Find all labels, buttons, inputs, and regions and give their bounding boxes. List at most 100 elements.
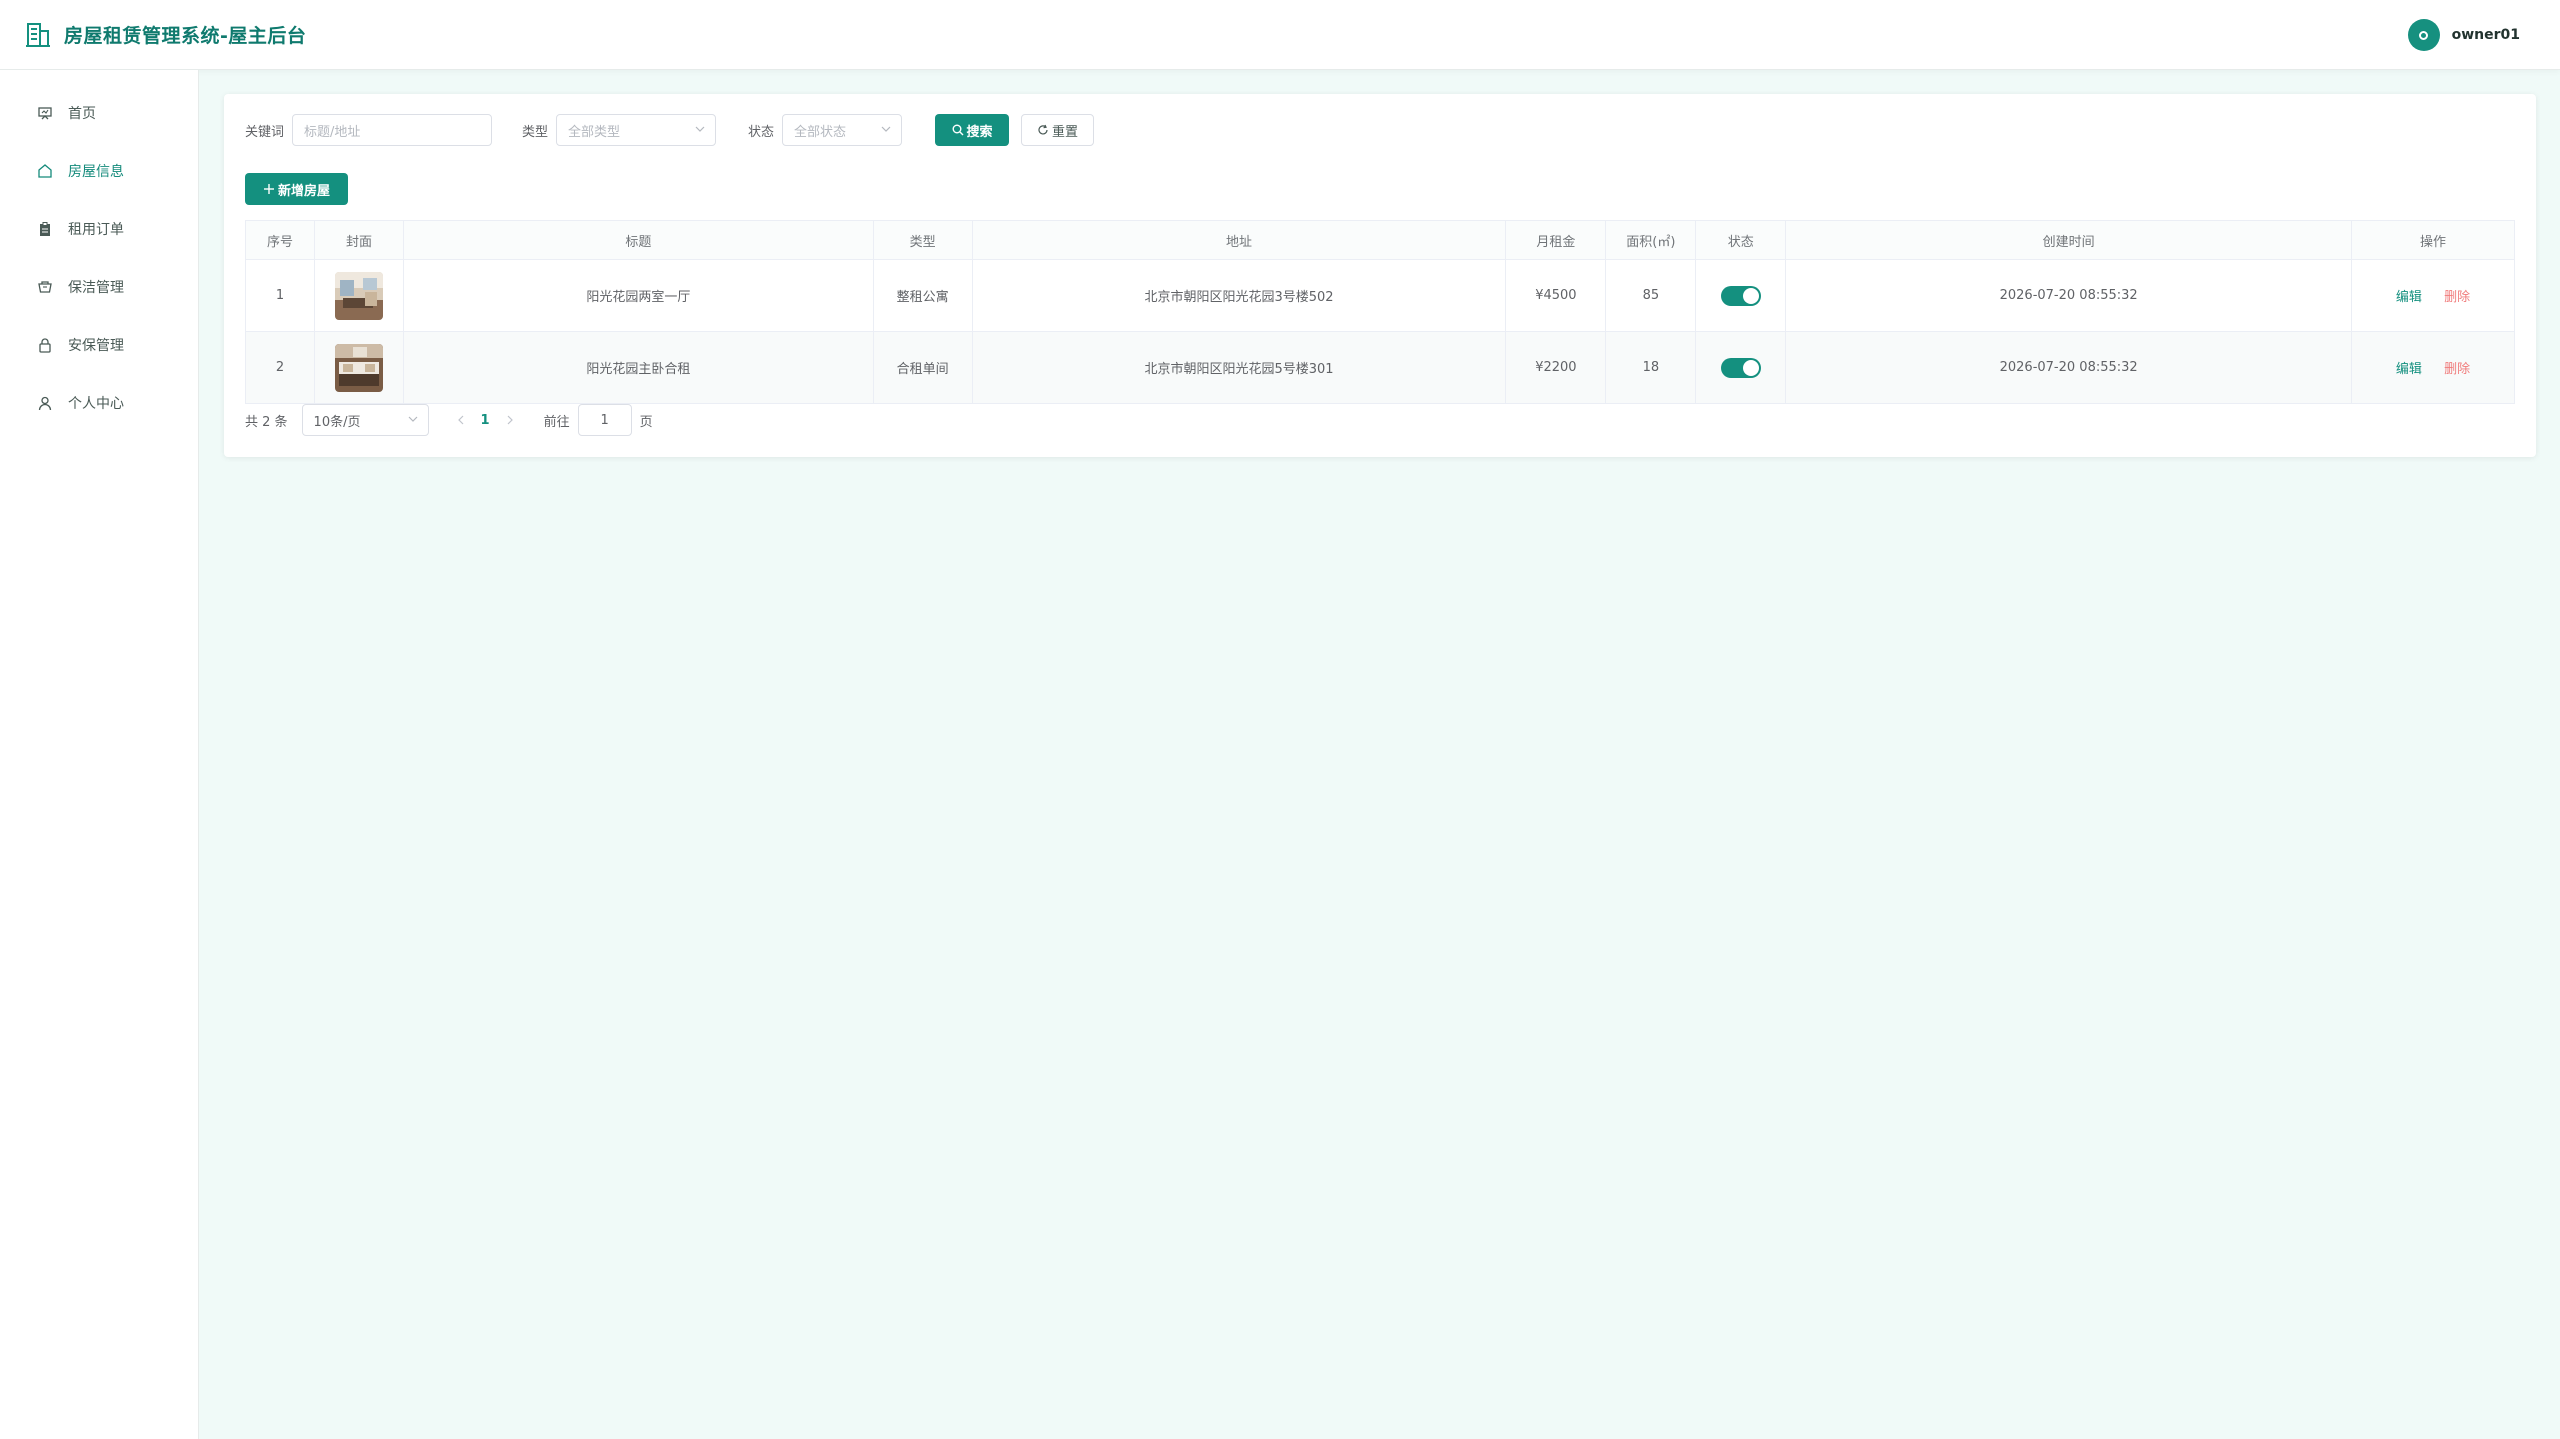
type-select-value: 全部类型 bbox=[568, 124, 621, 140]
search-button-label: 搜索 bbox=[966, 124, 993, 140]
add-house-button[interactable]: 新增房屋 bbox=[245, 173, 348, 205]
user-name[interactable]: owner01 bbox=[2452, 27, 2520, 43]
row-rent: ¥4500 bbox=[1505, 259, 1607, 332]
user-menu[interactable]: owner01 bbox=[2407, 19, 2520, 51]
brand: 房屋租赁管理系统-屋主后台 bbox=[26, 21, 306, 48]
row-cover bbox=[314, 331, 404, 404]
goto-page-value: 1 bbox=[600, 412, 609, 428]
sidebar-item-cleaning[interactable]: 保洁管理 bbox=[0, 258, 198, 316]
col-actions: 操作 bbox=[2351, 220, 2515, 260]
basket-icon bbox=[36, 278, 54, 296]
building-icon bbox=[26, 22, 50, 47]
clipboard-icon bbox=[36, 220, 54, 238]
sidebar-item-orders[interactable]: 租用订单 bbox=[0, 200, 198, 258]
row-area: 85 bbox=[1605, 259, 1697, 332]
sidebar-item-profile[interactable]: 个人中心 bbox=[0, 374, 198, 432]
table-header-row: 序号 封面 标题 类型 地址 月租金 面积(㎡) 状态 创建时间 操作 bbox=[245, 220, 2515, 260]
row-type: 合租单间 bbox=[873, 331, 973, 404]
prev-page-icon[interactable] bbox=[455, 414, 467, 426]
col-title: 标题 bbox=[403, 220, 874, 260]
reset-button[interactable]: 重置 bbox=[1021, 114, 1095, 146]
row-status bbox=[1695, 331, 1787, 404]
avatar-dot-icon bbox=[2419, 30, 2429, 40]
reset-button-label: 重置 bbox=[1052, 124, 1079, 140]
status-select-value: 全部状态 bbox=[794, 124, 847, 140]
row-index: 2 bbox=[245, 331, 315, 404]
sidebar-item-label: 个人中心 bbox=[68, 396, 124, 412]
col-status: 状态 bbox=[1695, 220, 1787, 260]
col-type: 类型 bbox=[873, 220, 973, 260]
next-page-icon[interactable] bbox=[504, 414, 516, 426]
type-label: 类型 bbox=[522, 124, 549, 140]
status-toggle[interactable] bbox=[1720, 357, 1761, 378]
delete-button[interactable]: 删除 bbox=[2444, 290, 2470, 305]
status-toggle[interactable] bbox=[1720, 285, 1761, 306]
search-icon bbox=[952, 124, 964, 136]
user-icon bbox=[36, 394, 54, 412]
house-cover-image[interactable] bbox=[334, 271, 383, 320]
pagination: 共 2 条 10条/页 1 前往 1 页 bbox=[245, 404, 653, 436]
status-label: 状态 bbox=[748, 124, 775, 140]
keyword-label: 关键词 bbox=[245, 124, 285, 140]
sidebar-item-houses[interactable]: 房屋信息 bbox=[0, 142, 198, 200]
keyword-placeholder: 标题/地址 bbox=[304, 124, 361, 140]
sidebar-item-label: 保洁管理 bbox=[68, 280, 124, 296]
search-button[interactable]: 搜索 bbox=[935, 114, 1010, 146]
sidebar: 首页 房屋信息 租用订单 保洁管理 安保管理 个人中心 bbox=[0, 70, 199, 1439]
top-header: 房屋租赁管理系统-屋主后台 owner01 bbox=[0, 0, 2560, 70]
row-title: 阳光花园两室一厅 bbox=[403, 259, 874, 332]
row-actions: 编辑 删除 bbox=[2351, 259, 2515, 332]
chevron-down-icon bbox=[881, 126, 891, 132]
app-title: 房屋租赁管理系统-屋主后台 bbox=[64, 25, 307, 47]
col-created: 创建时间 bbox=[1785, 220, 2353, 260]
row-address: 北京市朝阳区阳光花园3号楼502 bbox=[972, 259, 1507, 332]
house-cover-image[interactable] bbox=[334, 343, 383, 392]
filter-bar: 关键词 标题/地址 类型 全部类型 状态 全部状态 搜索 重置 bbox=[245, 114, 1095, 146]
chevron-down-icon bbox=[408, 416, 417, 422]
delete-button[interactable]: 删除 bbox=[2444, 362, 2470, 377]
plus-icon bbox=[263, 184, 274, 194]
row-cover bbox=[314, 259, 404, 332]
col-rent: 月租金 bbox=[1505, 220, 1607, 260]
sidebar-item-label: 首页 bbox=[68, 106, 96, 122]
sidebar-item-label: 安保管理 bbox=[68, 338, 124, 354]
house-list-card: 关键词 标题/地址 类型 全部类型 状态 全部状态 搜索 重置 新增房屋 序号 bbox=[224, 94, 2536, 457]
status-select[interactable]: 全部状态 bbox=[782, 114, 903, 146]
edit-button[interactable]: 编辑 bbox=[2396, 362, 2422, 377]
add-house-label: 新增房屋 bbox=[277, 183, 330, 199]
row-area: 18 bbox=[1605, 331, 1697, 404]
sidebar-item-home[interactable]: 首页 bbox=[0, 84, 198, 142]
type-select[interactable]: 全部类型 bbox=[556, 114, 717, 146]
row-status bbox=[1695, 259, 1787, 332]
row-actions: 编辑 删除 bbox=[2351, 331, 2515, 404]
col-address: 地址 bbox=[972, 220, 1507, 260]
sidebar-item-label: 房屋信息 bbox=[68, 164, 124, 180]
row-created: 2026-07-20 08:55:32 bbox=[1785, 259, 2353, 332]
avatar[interactable] bbox=[2407, 19, 2440, 51]
goto-label: 前往 bbox=[543, 414, 570, 430]
total-count: 共 2 条 bbox=[245, 414, 288, 430]
home-icon bbox=[36, 162, 54, 180]
goto-page-input[interactable]: 1 bbox=[577, 404, 632, 436]
page-size-value: 10条/页 bbox=[313, 414, 361, 430]
col-index: 序号 bbox=[245, 220, 315, 260]
table-row: 2 阳光花园主卧合租 合租单间 北京市朝阳区阳光花园5号楼301 ¥2200 1… bbox=[245, 331, 2515, 404]
row-created: 2026-07-20 08:55:32 bbox=[1785, 331, 2353, 404]
monitor-icon bbox=[36, 104, 54, 122]
page-suffix: 页 bbox=[639, 414, 653, 430]
row-rent: ¥2200 bbox=[1505, 331, 1607, 404]
col-area: 面积(㎡) bbox=[1605, 220, 1697, 260]
lock-icon bbox=[36, 336, 54, 354]
keyword-input[interactable]: 标题/地址 bbox=[292, 114, 493, 146]
sidebar-item-security[interactable]: 安保管理 bbox=[0, 316, 198, 374]
page-number[interactable]: 1 bbox=[481, 413, 490, 428]
page-size-select[interactable]: 10条/页 bbox=[301, 404, 429, 436]
house-table: 序号 封面 标题 类型 地址 月租金 面积(㎡) 状态 创建时间 操作 1 阳光… bbox=[245, 220, 2515, 404]
col-cover: 封面 bbox=[314, 220, 404, 260]
row-title: 阳光花园主卧合租 bbox=[403, 331, 874, 404]
row-type: 整租公寓 bbox=[873, 259, 973, 332]
edit-button[interactable]: 编辑 bbox=[2396, 290, 2422, 305]
sidebar-item-label: 租用订单 bbox=[68, 222, 124, 238]
table-row: 1 阳光花园两室一厅 整租公寓 北京市朝阳区阳光花园3号楼502 ¥4500 8… bbox=[245, 259, 2515, 332]
row-address: 北京市朝阳区阳光花园5号楼301 bbox=[972, 331, 1507, 404]
